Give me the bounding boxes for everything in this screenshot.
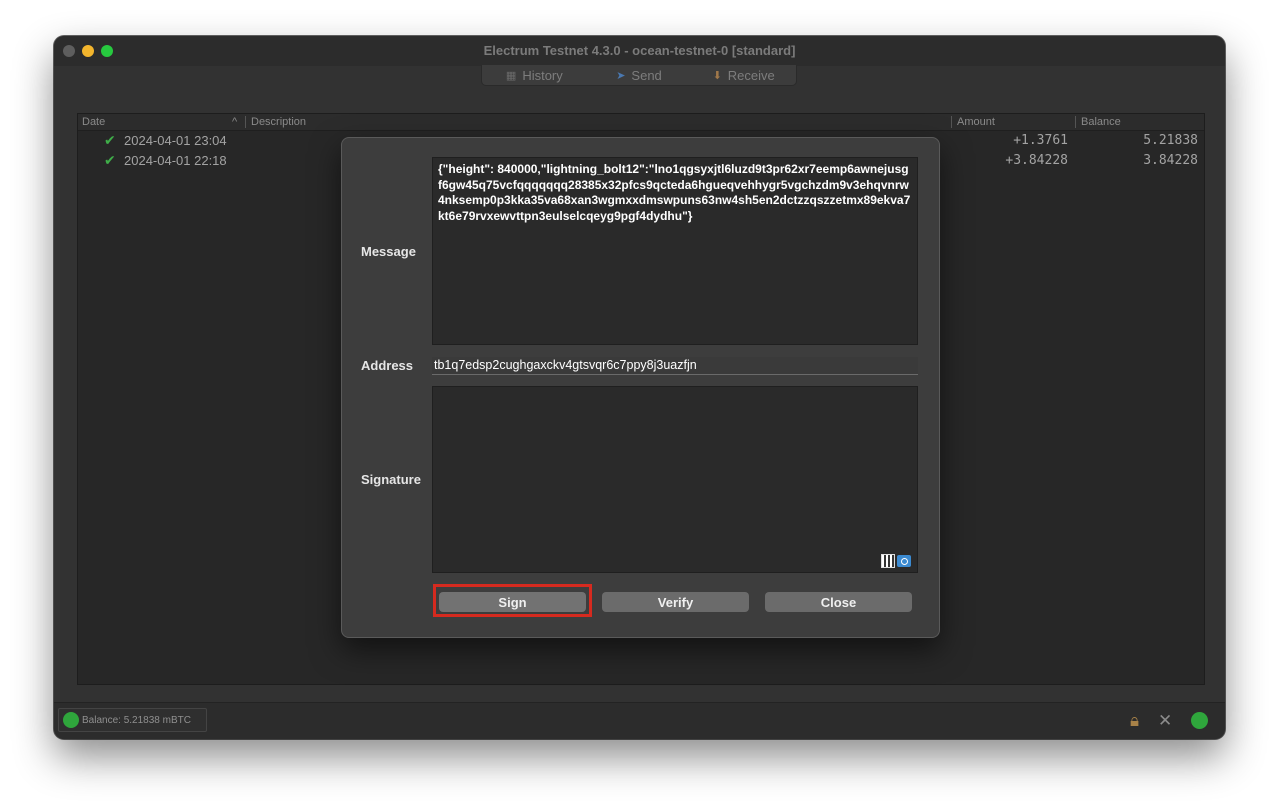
row-amount: +3.84228 [1005,153,1068,168]
tools-icon[interactable]: ✕ [1158,711,1172,731]
balance-indicator[interactable]: Balance: 5.21838 mBTC [58,708,207,732]
check-icon: ✔ [104,152,116,168]
lock-icon[interactable]: 🔒︎ [1130,711,1139,731]
window-title: Electrum Testnet 4.3.0 - ocean-testnet-0… [483,43,796,58]
history-table-header: Date ^ Description Amount Balance [78,114,1204,131]
address-label: Address [361,358,414,373]
send-icon: ➤ [616,69,626,82]
sign-button-highlight [433,584,592,617]
connection-status-icon[interactable] [1191,712,1208,729]
signature-label: Signature [361,472,421,487]
camera-icon [897,555,911,567]
column-amount[interactable]: Amount [957,116,995,128]
row-balance: 5.21838 [1143,133,1198,148]
title-bar: Electrum Testnet 4.3.0 - ocean-testnet-0… [54,36,1225,66]
close-button[interactable]: Close [765,592,912,612]
column-date[interactable]: Date [82,116,105,128]
qr-code-icon [881,554,895,568]
signature-input[interactable] [432,386,918,573]
sign-verify-dialog: Message {"height": 840000,"lightning_bol… [341,137,940,638]
network-status-icon [63,712,79,728]
status-bar: Balance: 5.21838 mBTC 🔒︎ ✕ [54,702,1225,739]
column-divider [951,116,952,128]
column-divider [1075,116,1076,128]
column-divider [245,116,246,128]
check-icon: ✔ [104,132,116,148]
tab-receive[interactable]: ⬇ Receive [691,65,796,85]
row-date: 2024-04-01 22:18 [124,153,227,168]
column-balance[interactable]: Balance [1081,116,1121,128]
receive-icon: ⬇ [712,69,722,82]
tab-send-label: Send [631,67,662,83]
column-description[interactable]: Description [251,116,306,128]
row-balance: 3.84228 [1143,153,1198,168]
row-amount: +1.3761 [1013,133,1068,148]
main-tabs: ▦ History ➤ Send ⬇ Receive [481,65,797,86]
message-label: Message [361,244,416,259]
row-date: 2024-04-01 23:04 [124,133,227,148]
balance-label: Balance: 5.21838 mBTC [82,714,191,726]
tab-receive-label: Receive [727,67,775,83]
tab-send[interactable]: ➤ Send [587,65,692,85]
verify-button[interactable]: Verify [602,592,749,612]
tab-history[interactable]: ▦ History [482,65,587,85]
tab-history-label: History [522,67,563,83]
address-input[interactable]: tb1q7edsp2cughgaxckv4gtsvqr6c7ppy8j3uazf… [432,357,918,375]
message-input[interactable]: {"height": 840000,"lightning_bolt12":"ln… [432,157,918,345]
qr-scan-button[interactable] [881,553,911,569]
history-icon: ▦ [505,69,517,82]
sort-indicator-icon: ^ [232,116,238,128]
